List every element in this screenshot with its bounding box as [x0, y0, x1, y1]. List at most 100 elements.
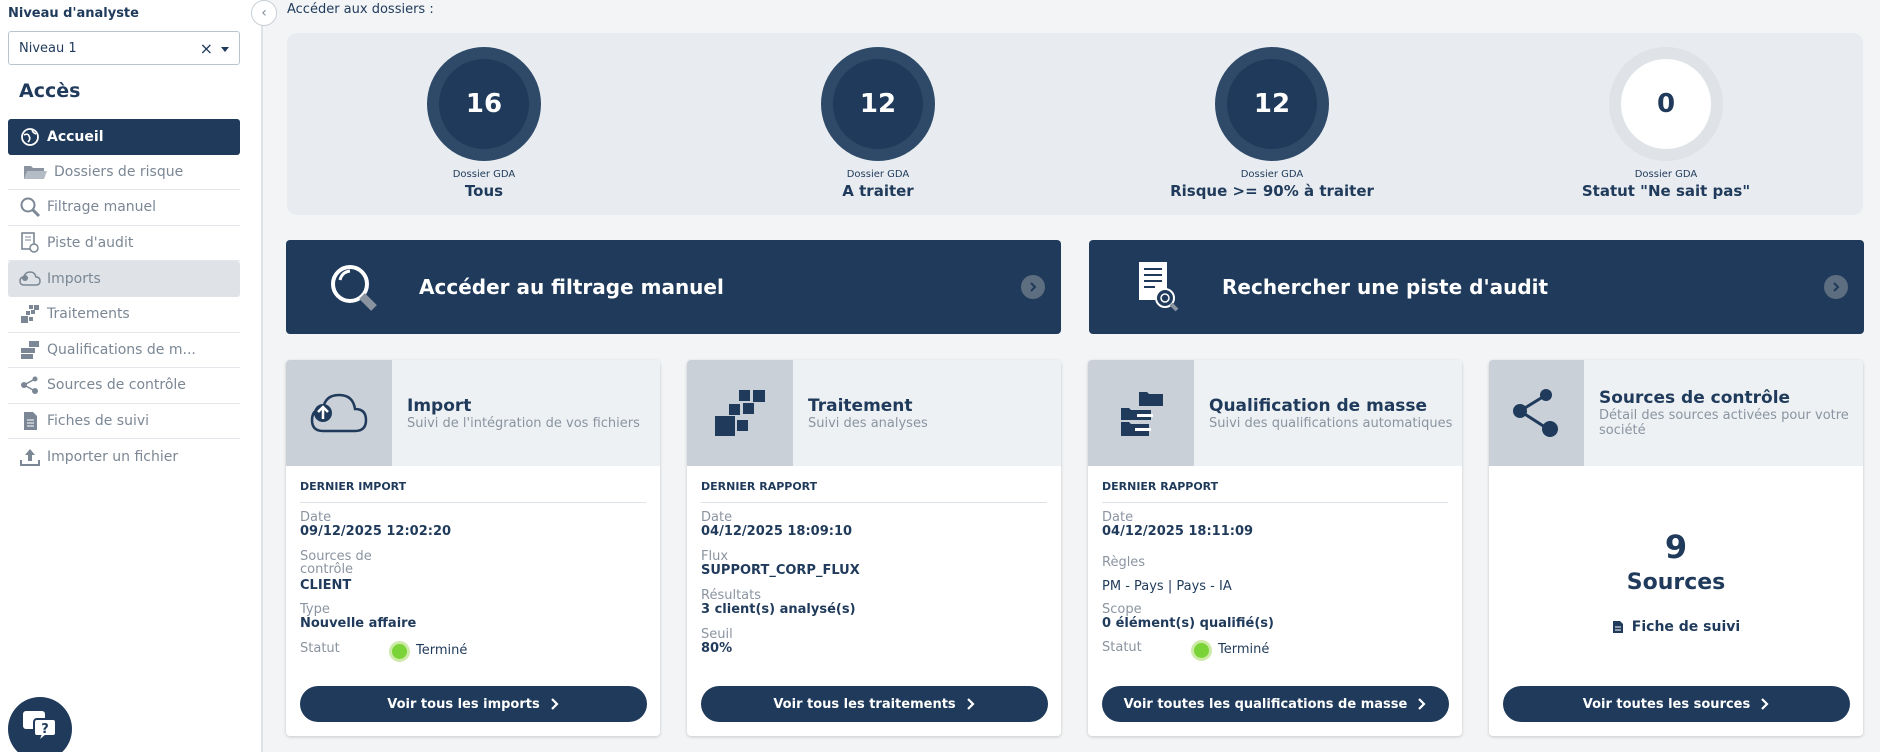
field-value: CLIENT	[300, 578, 352, 593]
stat-ring: 0	[1609, 47, 1723, 161]
card-import: Import Suivi de l'intégration de vos fic…	[286, 360, 660, 736]
field-label: Date	[300, 510, 332, 525]
field-flux: Flux SUPPORT_CORP_FLUX	[701, 550, 1041, 579]
card-subtitle: Suivi des qualifications automatiques	[1209, 416, 1453, 431]
status-value: Terminé	[1218, 642, 1270, 657]
sidebar-item-label: Piste d'audit	[47, 235, 134, 252]
clear-icon[interactable]: ×	[200, 39, 213, 58]
chat-help-icon: ?	[23, 711, 57, 739]
card-traitement: Traitement Suivi des analyses DERNIER RA…	[687, 360, 1061, 736]
sidebar-item-label: Fiches de suivi	[47, 413, 150, 430]
sidebar-item-qualifications[interactable]: Qualifications de m...	[8, 333, 240, 369]
sidebar-nav: Accueil Dossiers de risque Filtrage manu…	[8, 119, 240, 475]
sidebar-item-sources[interactable]: Sources de contrôle	[8, 368, 240, 404]
sources-count: 9	[1664, 528, 1688, 566]
banner-filtrage-manuel[interactable]: Accéder au filtrage manuel	[286, 240, 1061, 334]
sidebar-item-dossiers-risque[interactable]: Dossiers de risque	[8, 155, 240, 191]
field-regles-value: PM - Pays | Pays - IA	[1102, 579, 1442, 595]
field-label: Résultats	[701, 588, 762, 603]
view-all-qualifications-button[interactable]: Voir toutes les qualifications de masse	[1102, 686, 1449, 722]
banner-piste-audit[interactable]: Rechercher une piste d'audit	[1089, 240, 1864, 334]
document-icon	[18, 409, 42, 433]
field-value: 04/12/2025 18:11:09	[1102, 524, 1254, 539]
chevron-right-icon	[1761, 698, 1769, 710]
sidebar-item-piste-audit[interactable]: Piste d'audit	[8, 226, 240, 262]
fiche-suivi-link[interactable]: Fiche de suivi	[1489, 619, 1863, 635]
collapse-sidebar-button[interactable]: ‹	[251, 0, 277, 26]
field-label: Scope	[1102, 602, 1142, 617]
view-all-imports-button[interactable]: Voir tous les imports	[300, 686, 647, 722]
chevron-right-icon	[1021, 275, 1045, 299]
view-all-sources-button[interactable]: Voir toutes les sources	[1503, 686, 1850, 722]
card-header: Sources de contrôle Détail des sources a…	[1489, 360, 1863, 466]
stat-sub: Dossier GDA	[452, 169, 516, 180]
help-chat-button[interactable]: ?	[8, 697, 72, 752]
field-label: Date	[701, 510, 733, 525]
share-nodes-icon	[1489, 360, 1584, 466]
field-label: Statut	[1102, 640, 1142, 655]
sidebar-item-accueil[interactable]: Accueil	[8, 119, 240, 155]
card-title: Traitement	[808, 396, 913, 416]
sidebar-item-label: Dossiers de risque	[54, 163, 184, 180]
chevron-right-icon	[1418, 698, 1426, 710]
stat-a-traiter[interactable]: 12 Dossier GDA A traiter	[681, 33, 1075, 215]
section-title: DERNIER RAPPORT	[701, 480, 1047, 503]
sidebar-item-importer[interactable]: Importer un fichier	[8, 439, 240, 475]
stat-label: Tous	[464, 182, 504, 200]
cloud-upload-icon	[18, 267, 42, 291]
stat-label: A traiter	[842, 182, 914, 200]
field-label: Flux	[701, 549, 729, 564]
audit-document-icon	[18, 231, 42, 255]
field-date: Date 04/12/2025 18:11:09	[1102, 511, 1442, 540]
field-scope: Scope 0 élément(s) qualifié(s)	[1102, 603, 1442, 632]
sidebar-item-filtrage[interactable]: Filtrage manuel	[8, 190, 240, 226]
stat-value: 12	[1227, 59, 1317, 149]
sidebar-item-imports[interactable]: Imports	[8, 261, 240, 297]
card-sources: Sources de contrôle Détail des sources a…	[1489, 360, 1863, 736]
field-status: Statut Terminé	[1102, 640, 1442, 664]
analyst-level-label: Niveau d'analyste	[8, 6, 139, 21]
sidebar: Niveau d'analyste Niveau 1 × Accès Accue…	[0, 0, 263, 752]
stat-risque[interactable]: 12 Dossier GDA Risque >= 90% à traiter	[1075, 33, 1469, 215]
folders-stack-icon	[1088, 360, 1194, 466]
card-title: Import	[407, 396, 472, 416]
document-icon	[1612, 621, 1623, 633]
stat-label: Statut "Ne sait pas"	[1581, 182, 1751, 200]
stat-tous[interactable]: 16 Dossier GDA Tous	[287, 33, 681, 215]
stats-panel: 16 Dossier GDA Tous 12 Dossier GDA A tra…	[287, 33, 1863, 215]
access-folders-label: Accéder aux dossiers :	[287, 2, 434, 17]
chevron-down-icon[interactable]	[221, 47, 229, 52]
field-value: 04/12/2025 18:09:10	[701, 524, 853, 539]
blocks-icon	[687, 360, 793, 466]
analyst-level-select[interactable]: Niveau 1 ×	[8, 31, 240, 65]
field-sources-value: CLIENT	[300, 578, 640, 594]
chevron-right-icon	[550, 698, 559, 710]
search-icon	[18, 195, 42, 219]
view-all-traitements-button[interactable]: Voir tous les traitements	[701, 686, 1048, 722]
status-ok-indicator	[1191, 640, 1212, 661]
chevron-right-icon	[966, 698, 975, 710]
section-title: DERNIER RAPPORT	[1102, 480, 1448, 503]
stat-value: 0	[1621, 59, 1711, 149]
banner-label: Accéder au filtrage manuel	[419, 275, 724, 299]
status-ok-indicator	[389, 641, 410, 662]
field-label: Sources de contrôle	[300, 549, 372, 577]
sidebar-item-traitements[interactable]: Traitements	[8, 297, 240, 333]
field-date: Date 04/12/2025 18:09:10	[701, 511, 1041, 540]
field-value: 09/12/2025 12:02:20	[300, 524, 452, 539]
access-section-title: Accès	[19, 80, 81, 102]
stat-ne-sait-pas[interactable]: 0 Dossier GDA Statut "Ne sait pas"	[1469, 33, 1863, 215]
card-header: Traitement Suivi des analyses	[687, 360, 1061, 466]
sidebar-item-label: Filtrage manuel	[47, 199, 157, 216]
stat-sub: Dossier GDA	[846, 169, 910, 180]
card-title: Qualification de masse	[1209, 396, 1428, 416]
sidebar-item-fiches[interactable]: Fiches de suivi	[8, 404, 240, 440]
field-label: Type	[300, 602, 330, 617]
button-label: Voir toutes les qualifications de masse	[1123, 696, 1408, 712]
stat-ring: 12	[821, 47, 935, 161]
globe-icon	[18, 125, 42, 149]
button-label: Voir tous les traitements	[773, 696, 956, 712]
stat-value: 12	[833, 59, 923, 149]
section-title: DERNIER IMPORT	[300, 480, 646, 503]
field-status: Statut Terminé	[300, 641, 640, 665]
